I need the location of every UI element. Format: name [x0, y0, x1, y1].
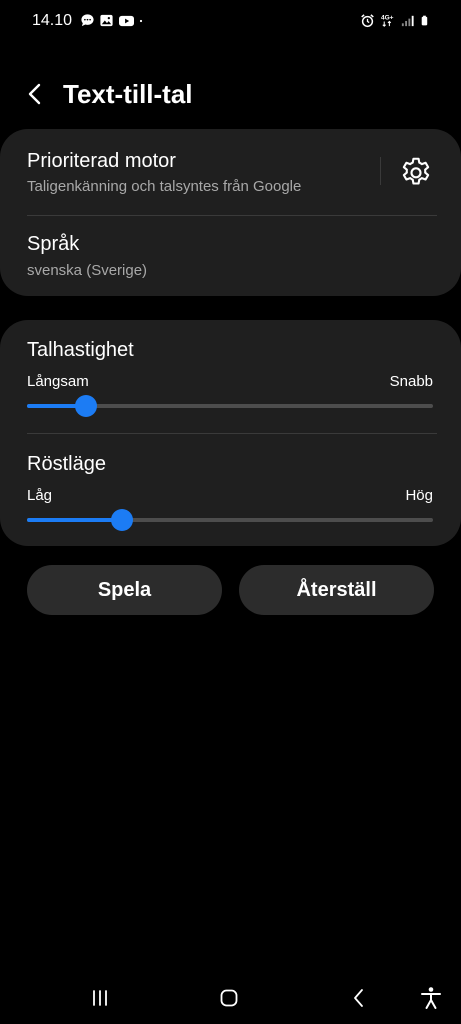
language-value: svenska (Sverige) — [27, 262, 148, 279]
status-bar: 14.10 4G+ — [0, 0, 461, 44]
chat-bubble-icon — [81, 14, 94, 27]
slider-thumb[interactable] — [74, 395, 97, 417]
image-icon — [100, 14, 113, 27]
status-time: 14.10 — [32, 12, 73, 29]
back-icon[interactable] — [345, 984, 373, 1012]
app-header: Text-till-tal — [0, 70, 461, 118]
battery-icon — [421, 15, 428, 26]
speech-rate-range-labels: Långsam Snabb — [27, 373, 433, 390]
engine-settings-card: Prioriterad motor Taligenkänning och tal… — [0, 129, 461, 296]
svg-text:4G+: 4G+ — [381, 15, 394, 22]
voice-settings-card: Talhastighet Långsam Snabb Röstläge Låg … — [0, 320, 461, 546]
row-divider — [27, 433, 437, 434]
speech-rate-max-label: Snabb — [389, 373, 433, 390]
play-button[interactable]: Spela — [27, 565, 222, 615]
pitch-max-label: Hög — [405, 487, 433, 504]
preferred-engine-row[interactable]: Prioriterad motor Taligenkänning och tal… — [0, 129, 372, 215]
home-icon[interactable] — [215, 984, 243, 1012]
speech-rate-label: Talhastighet — [27, 339, 134, 361]
speech-rate-min-label: Långsam — [27, 373, 89, 390]
accessibility-icon[interactable] — [417, 984, 445, 1012]
youtube-icon — [119, 15, 134, 27]
system-icons: 4G+ — [360, 13, 431, 28]
gear-icon[interactable] — [398, 155, 434, 191]
reset-button[interactable]: Återställ — [239, 565, 434, 615]
back-arrow-icon[interactable] — [22, 80, 50, 108]
page-title: Text-till-tal — [63, 79, 193, 109]
dot-icon — [139, 19, 143, 23]
language-row[interactable]: Språk svenska (Sverige) — [0, 216, 461, 296]
navigation-bar — [0, 972, 461, 1024]
slider-fill — [27, 518, 123, 522]
alarm-icon — [361, 14, 374, 28]
recents-icon[interactable] — [86, 984, 114, 1012]
pitch-range-labels: Låg Hög — [27, 487, 433, 504]
signal-icon — [401, 15, 414, 27]
vertical-divider — [380, 157, 381, 185]
pitch-slider[interactable] — [27, 508, 433, 532]
notification-icons — [80, 13, 147, 28]
pitch-label: Röstläge — [27, 453, 106, 475]
pitch-min-label: Låg — [27, 487, 53, 504]
speech-rate-slider[interactable] — [27, 394, 433, 418]
network-4g-icon: 4G+ — [381, 15, 394, 27]
language-label: Språk — [27, 233, 80, 255]
preferred-engine-label: Prioriterad motor — [27, 150, 176, 172]
preferred-engine-value: Taligenkänning och talsyntes från Google — [27, 178, 302, 195]
slider-thumb[interactable] — [111, 509, 134, 531]
